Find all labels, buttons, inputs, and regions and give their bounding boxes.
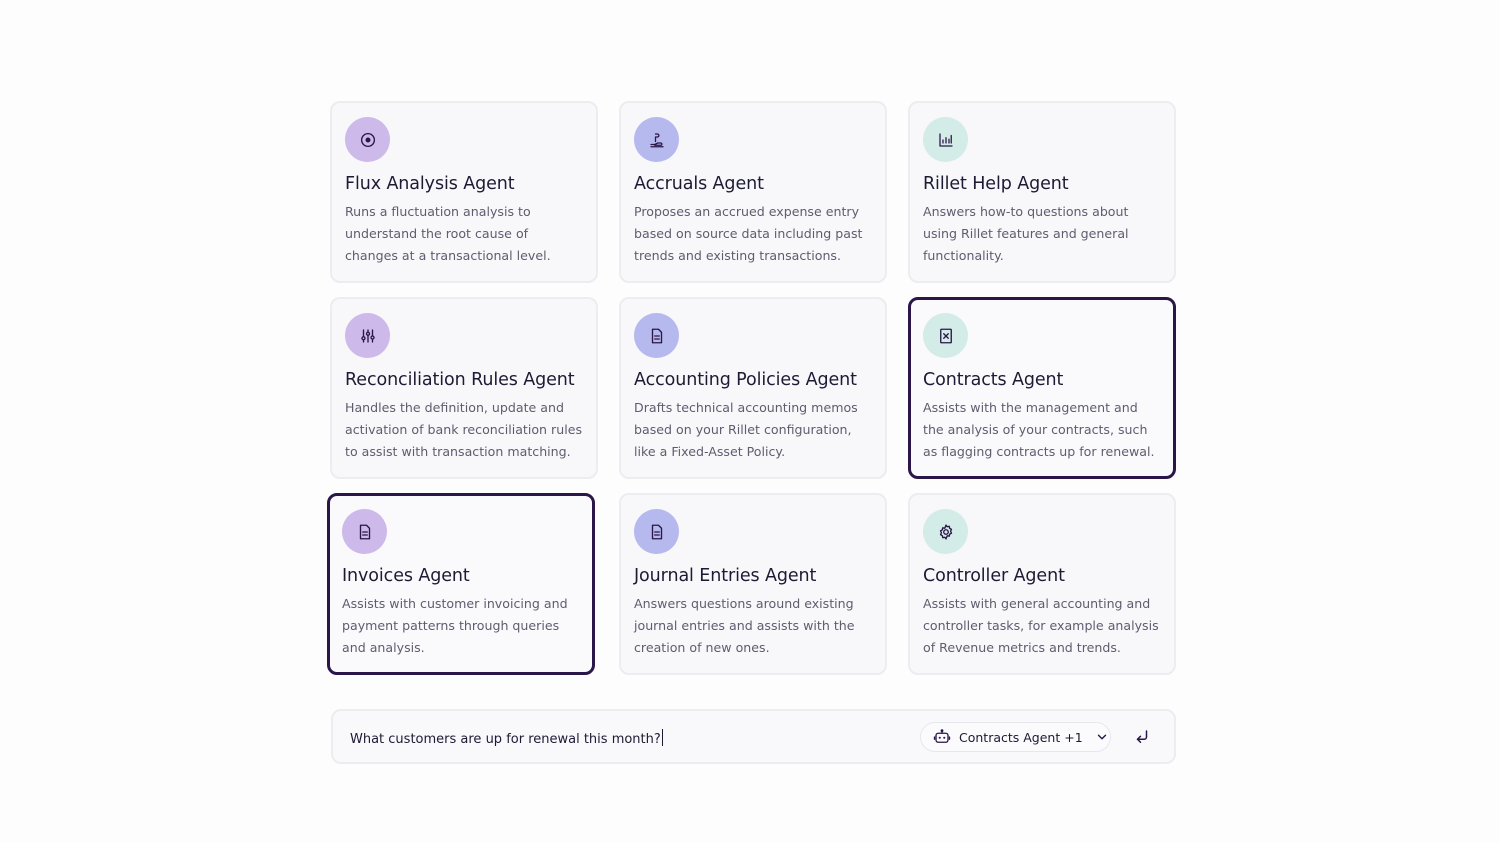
agent-title: Rillet Help Agent <box>923 174 1069 194</box>
agent-description: Assists with customer invoicing and paym… <box>342 596 568 655</box>
agent-title: Accruals Agent <box>634 174 764 194</box>
gear-icon <box>923 509 968 554</box>
document-icon <box>342 509 387 554</box>
agent-title: Reconciliation Rules Agent <box>345 370 575 390</box>
agent-card-flux-analysis[interactable]: Flux Analysis Agent Runs a fluctuation a… <box>330 101 598 283</box>
chevron-down-icon <box>1097 734 1106 740</box>
contract-icon <box>923 313 968 358</box>
agent-title: Controller Agent <box>923 566 1065 586</box>
agent-card-reconciliation-rules[interactable]: Reconciliation Rules Agent Handles the d… <box>330 297 598 479</box>
sliders-icon <box>345 313 390 358</box>
document-icon <box>634 509 679 554</box>
chat-input-bar[interactable]: What customers are up for renewal this m… <box>331 709 1176 764</box>
money-hand-icon <box>634 117 679 162</box>
agent-card-accounting-policies[interactable]: Accounting Policies Agent Drafts technic… <box>619 297 887 479</box>
agent-title: Flux Analysis Agent <box>345 174 515 194</box>
agent-description: Assists with the management and the anal… <box>923 400 1155 459</box>
agent-description: Handles the definition, update and activ… <box>345 400 582 459</box>
return-arrow-icon <box>1136 730 1148 743</box>
agent-description: Answers how-to questions about using Ril… <box>923 204 1129 263</box>
text-caret <box>661 729 664 746</box>
agent-title: Invoices Agent <box>342 566 470 586</box>
agent-card-journal-entries[interactable]: Journal Entries Agent Answers questions … <box>619 493 887 675</box>
agent-description: Assists with general accounting and cont… <box>923 596 1159 655</box>
send-button[interactable] <box>1130 725 1154 749</box>
agent-description: Runs a fluctuation analysis to understan… <box>345 204 551 263</box>
agent-card-invoices[interactable]: Invoices Agent Assists with customer inv… <box>327 493 595 675</box>
chart-icon <box>923 117 968 162</box>
agent-description: Drafts technical accounting memos based … <box>634 400 858 459</box>
target-icon <box>345 117 390 162</box>
agent-description: Answers questions around existing journa… <box>634 596 855 655</box>
agent-title: Journal Entries Agent <box>634 566 817 586</box>
agent-description: Proposes an accrued expense entry based … <box>634 204 863 263</box>
agent-title: Contracts Agent <box>923 370 1064 390</box>
agent-card-controller[interactable]: Controller Agent Assists with general ac… <box>908 493 1176 675</box>
robot-icon <box>933 729 951 743</box>
agent-selector-label: Contracts Agent +1 <box>959 729 1083 745</box>
document-icon <box>634 313 679 358</box>
agent-selector-dropdown[interactable]: Contracts Agent +1 <box>920 722 1111 752</box>
agent-title: Accounting Policies Agent <box>634 370 857 390</box>
chat-input[interactable]: What customers are up for renewal this m… <box>350 729 664 747</box>
agent-card-contracts[interactable]: Contracts Agent Assists with the managem… <box>908 297 1176 479</box>
agent-grid: Flux Analysis Agent Runs a fluctuation a… <box>327 101 1176 675</box>
agent-card-rillet-help[interactable]: Rillet Help Agent Answers how-to questio… <box>908 101 1176 283</box>
chat-query-text: What customers are up for renewal this m… <box>350 732 661 747</box>
agent-card-accruals[interactable]: Accruals Agent Proposes an accrued expen… <box>619 101 887 283</box>
